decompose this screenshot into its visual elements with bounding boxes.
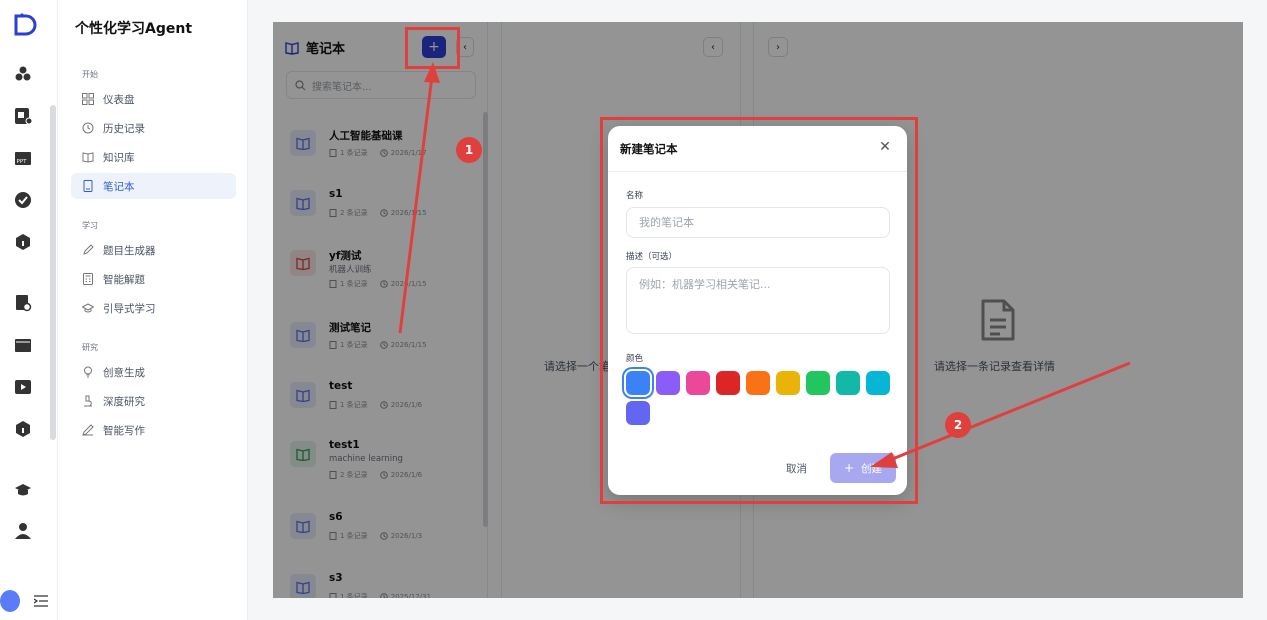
clipboard-search-icon[interactable] bbox=[14, 294, 32, 312]
sidebar-item-idea-generation[interactable]: 创意生成 bbox=[71, 359, 236, 385]
ai-document-icon[interactable] bbox=[14, 107, 32, 125]
check-circle-icon[interactable] bbox=[14, 191, 32, 209]
sidebar-item-label: 知识库 bbox=[103, 151, 135, 164]
lightbulb-icon bbox=[84, 366, 92, 378]
film-icon[interactable] bbox=[14, 336, 32, 354]
sidebar-item-label: 深度研究 bbox=[103, 395, 145, 408]
microscope-icon bbox=[84, 395, 92, 407]
sidebar-item-label: 笔记本 bbox=[103, 180, 135, 193]
sidebar-item-label: 题目生成器 bbox=[103, 244, 156, 257]
ppt-icon[interactable]: PPT bbox=[14, 149, 32, 167]
sidebar-item-history[interactable]: 历史记录 bbox=[71, 115, 236, 141]
package-icon[interactable] bbox=[14, 420, 32, 438]
sidebar-item-smart-writing[interactable]: 智能写作 bbox=[71, 417, 236, 443]
step-badge-2: 2 bbox=[945, 412, 971, 438]
sidebar-item-notebook[interactable]: 笔记本 bbox=[71, 173, 236, 199]
sidebar-item-label: 创意生成 bbox=[103, 366, 145, 379]
sidebar-item-label: 智能解题 bbox=[103, 273, 145, 286]
section-label-research: 研究 bbox=[82, 343, 98, 352]
history-icon bbox=[82, 122, 94, 134]
section-label-start: 开始 bbox=[82, 70, 98, 79]
sidebar-item-label: 智能写作 bbox=[103, 424, 145, 437]
section-label-learn: 学习 bbox=[82, 221, 98, 230]
sidebar-item-deep-research[interactable]: 深度研究 bbox=[71, 388, 236, 414]
sidebar-item-dashboard[interactable]: 仪表盘 bbox=[71, 86, 236, 112]
app-title: 个性化学习Agent bbox=[75, 21, 193, 37]
rail-scrollbar[interactable] bbox=[50, 105, 56, 440]
sidebar-item-label: 仪表盘 bbox=[103, 93, 135, 106]
notebook-icon bbox=[83, 180, 93, 192]
sidebar-item-question-generator[interactable]: 题目生成器 bbox=[71, 237, 236, 263]
avatar[interactable] bbox=[0, 590, 20, 612]
sidebar-item-guided-learning[interactable]: 引导式学习 bbox=[71, 295, 236, 321]
pencil-icon bbox=[82, 424, 94, 436]
sidebar-item-label: 历史记录 bbox=[103, 122, 145, 135]
icon-rail: PPT bbox=[0, 0, 58, 620]
graduation-cap-icon[interactable] bbox=[14, 481, 32, 499]
app-logo-icon bbox=[14, 13, 37, 36]
sidebar-item-label: 引导式学习 bbox=[103, 302, 156, 315]
knowledge-book-icon bbox=[82, 152, 94, 163]
menu-collapse-icon[interactable] bbox=[34, 595, 48, 607]
graduation-cap-icon bbox=[82, 303, 94, 313]
highlight-add-button bbox=[405, 27, 460, 69]
sidebar-item-knowledge[interactable]: 知识库 bbox=[71, 144, 236, 170]
calculator-icon bbox=[83, 273, 93, 285]
svg-text:PPT: PPT bbox=[17, 159, 28, 165]
highlight-dialog bbox=[600, 117, 918, 504]
pen-icon bbox=[83, 244, 94, 255]
user-icon[interactable] bbox=[14, 522, 32, 540]
cluster-icon[interactable] bbox=[14, 65, 32, 83]
cube-icon[interactable] bbox=[14, 233, 32, 251]
sidebar-item-smart-solve[interactable]: 智能解题 bbox=[71, 266, 236, 292]
sidebar: 个性化学习Agent 开始 仪表盘 历史记录 知识库 笔记本 学习 题目生成器 … bbox=[58, 0, 248, 620]
dashboard-icon bbox=[82, 93, 94, 105]
step-badge-1: 1 bbox=[456, 137, 482, 163]
video-play-icon[interactable] bbox=[14, 378, 32, 396]
